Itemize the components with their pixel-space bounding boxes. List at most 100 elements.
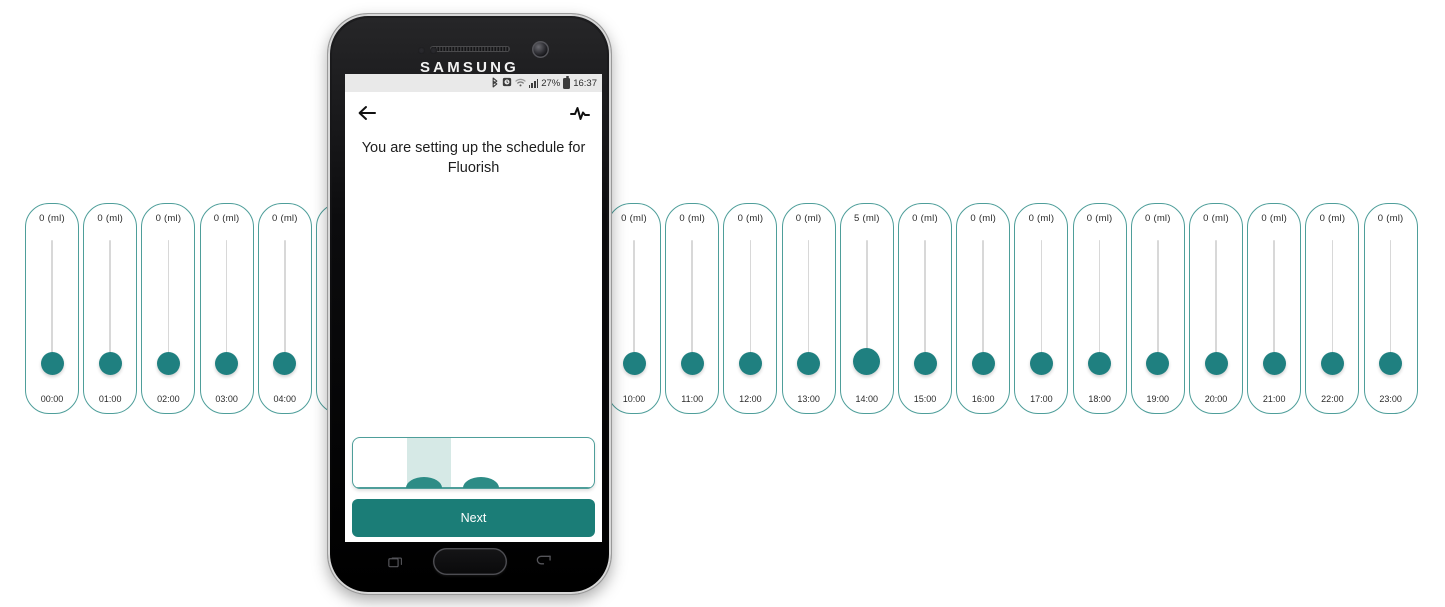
hour-label: 22:00 bbox=[1321, 394, 1344, 404]
hour-label: 21:00 bbox=[1262, 394, 1286, 404]
hour-slider-card[interactable]: 0 (ml) 13:00 bbox=[781, 203, 836, 414]
slider-unit-label: (ml) bbox=[1269, 213, 1287, 224]
hour-label: 18:00 bbox=[1088, 394, 1111, 404]
slider-track[interactable] bbox=[1215, 240, 1217, 369]
overview-dose-marker bbox=[462, 477, 499, 488]
hour-slider-card[interactable]: 0 (ml) 15:00 bbox=[898, 203, 952, 414]
slider-track[interactable] bbox=[167, 240, 170, 369]
slider-track[interactable] bbox=[1040, 240, 1043, 369]
hour-slider-card[interactable]: 0 (ml) 04:00 bbox=[257, 203, 312, 414]
slider-unit-label: (ml) bbox=[862, 213, 880, 224]
hour-slider-card[interactable]: 0 (ml) 23:00 bbox=[1363, 203, 1418, 414]
slider-value-label: 0(ml) bbox=[271, 213, 298, 224]
slider-track[interactable] bbox=[807, 240, 810, 369]
slider-unit-label: (ml) bbox=[164, 213, 182, 224]
schedule-cards-viewport[interactable] bbox=[345, 220, 602, 432]
proximity-sensor-icon bbox=[418, 47, 425, 54]
slider-thumb[interactable] bbox=[1088, 352, 1112, 375]
slider-thumb[interactable] bbox=[1146, 352, 1170, 375]
hour-label: 14:00 bbox=[855, 394, 879, 404]
slider-track[interactable] bbox=[1331, 240, 1334, 369]
slider-thumb[interactable] bbox=[738, 352, 762, 375]
back-arrow-icon[interactable] bbox=[535, 554, 551, 568]
battery-percent-label: 27% bbox=[541, 77, 561, 89]
hour-slider-card[interactable]: 0 (ml) 16:00 bbox=[956, 203, 1011, 414]
slider-unit-label: (ml) bbox=[1211, 213, 1229, 224]
page-title: You are setting up the schedule for Fluo… bbox=[361, 140, 586, 176]
slider-thumb[interactable] bbox=[1029, 352, 1053, 375]
hour-slider-card[interactable]: 0 (ml) 18:00 bbox=[1072, 203, 1127, 414]
slider-thumb[interactable] bbox=[215, 352, 239, 375]
slider-track[interactable] bbox=[1273, 240, 1275, 369]
activity-pulse-button[interactable] bbox=[568, 101, 592, 125]
slider-thumb[interactable] bbox=[971, 352, 995, 375]
hour-slider-card[interactable]: 0 (ml) 03:00 bbox=[199, 203, 254, 414]
hour-label: 17:00 bbox=[1030, 394, 1053, 404]
slider-thumb[interactable] bbox=[1379, 352, 1403, 375]
clock-label: 16:37 bbox=[573, 77, 597, 89]
slider-thumb[interactable] bbox=[913, 352, 937, 375]
back-button[interactable] bbox=[355, 101, 379, 125]
slider-track[interactable] bbox=[982, 240, 984, 369]
slider-thumb[interactable] bbox=[156, 352, 180, 375]
signal-bars-icon bbox=[528, 78, 539, 88]
slider-track[interactable] bbox=[225, 240, 228, 369]
home-button[interactable] bbox=[432, 548, 507, 575]
slider-track[interactable] bbox=[633, 240, 635, 369]
hour-slider-card[interactable]: 0 (ml) 19:00 bbox=[1130, 203, 1185, 414]
hour-label: 16:00 bbox=[971, 394, 995, 404]
hour-label: 02:00 bbox=[157, 394, 180, 404]
slider-value-label: 0(ml) bbox=[1261, 213, 1287, 224]
slider-value-label: 0(ml) bbox=[1086, 213, 1113, 224]
hour-slider-card[interactable]: 0 (ml) 20:00 bbox=[1189, 203, 1243, 414]
hour-slider-card[interactable]: 5 (ml) 14:00 bbox=[839, 203, 894, 414]
bluetooth-icon bbox=[491, 77, 499, 90]
hour-slider-card[interactable]: 0 (ml) 12:00 bbox=[723, 203, 778, 414]
slider-value-label: 0(ml) bbox=[621, 213, 647, 224]
hour-slider-card[interactable]: 0 (ml) 02:00 bbox=[141, 203, 196, 414]
slider-value-label: 0(ml) bbox=[679, 213, 705, 224]
hour-slider-card[interactable]: 0 (ml) 21:00 bbox=[1247, 203, 1302, 414]
slider-track[interactable] bbox=[1389, 240, 1392, 369]
hour-slider-card[interactable]: 0 (ml) 00:00 bbox=[25, 203, 79, 414]
slider-track[interactable] bbox=[109, 240, 111, 369]
slider-track[interactable] bbox=[1098, 240, 1101, 369]
hour-slider-card[interactable]: 0 (ml) 17:00 bbox=[1014, 203, 1069, 414]
hour-slider-card[interactable]: 0 (ml) 10:00 bbox=[607, 203, 661, 414]
next-button[interactable]: Next bbox=[352, 499, 595, 537]
slider-thumb[interactable] bbox=[1262, 352, 1286, 375]
slider-track[interactable] bbox=[284, 240, 286, 369]
slider-thumb[interactable] bbox=[273, 352, 297, 375]
slider-unit-label: (ml) bbox=[1095, 213, 1113, 224]
slider-thumb[interactable] bbox=[1204, 352, 1228, 375]
hour-label: 12:00 bbox=[739, 394, 762, 404]
slider-unit-label: (ml) bbox=[222, 213, 240, 224]
slider-unit-label: (ml) bbox=[280, 213, 298, 224]
recents-square-icon[interactable] bbox=[388, 555, 403, 568]
slider-unit-label: (ml) bbox=[1386, 213, 1404, 224]
hour-slider-card[interactable]: 0 (ml) 22:00 bbox=[1305, 203, 1360, 414]
slider-thumb[interactable] bbox=[98, 352, 122, 375]
hour-label: 03:00 bbox=[215, 394, 238, 404]
hourly-schedule-slider-row: 0 (ml) 00:00 0 (ml) 01:00 0 (ml) 02:00 0 (ml) 03:00… bbox=[0, 0, 1445, 607]
hour-label: 19:00 bbox=[1146, 394, 1170, 404]
hour-slider-card[interactable]: 0 (ml) 01:00 bbox=[83, 203, 138, 414]
hour-slider-card[interactable]: 0 (ml) 11:00 bbox=[665, 203, 720, 414]
slider-track[interactable] bbox=[924, 240, 926, 369]
slider-track[interactable] bbox=[749, 240, 752, 369]
status-bar: 27% 16:37 bbox=[345, 74, 602, 92]
slider-thumb[interactable] bbox=[622, 352, 646, 375]
slider-unit-label: (ml) bbox=[105, 213, 123, 224]
slider-unit-label: (ml) bbox=[47, 213, 65, 224]
slider-thumb[interactable] bbox=[40, 352, 64, 375]
slider-thumb[interactable] bbox=[1320, 352, 1344, 375]
slider-unit-label: (ml) bbox=[1328, 213, 1346, 224]
slider-thumb[interactable] bbox=[797, 352, 821, 375]
slider-unit-label: (ml) bbox=[1037, 213, 1055, 224]
schedule-overview-scrollbar[interactable] bbox=[352, 437, 595, 489]
slider-track[interactable] bbox=[691, 240, 693, 369]
slider-thumb[interactable] bbox=[680, 352, 704, 375]
slider-track[interactable] bbox=[51, 240, 53, 369]
slider-track[interactable] bbox=[1157, 240, 1159, 369]
slider-thumb[interactable] bbox=[853, 348, 881, 375]
